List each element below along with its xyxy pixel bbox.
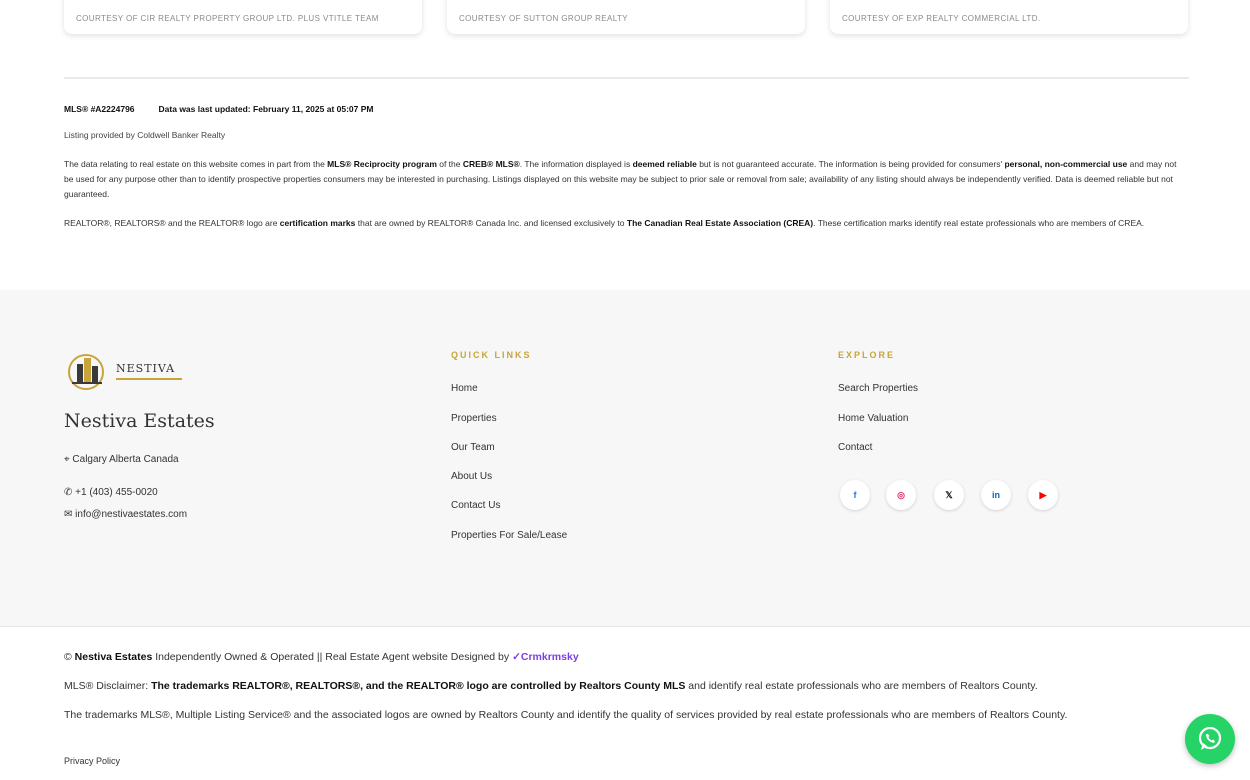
whatsapp-chat-button[interactable]: [1185, 714, 1235, 764]
privacy-policy-link[interactable]: Privacy Policy: [64, 753, 1194, 770]
property-card[interactable]: Courtesy of CIR Realty Property Group Lt…: [64, 0, 422, 34]
facebook-icon: f: [853, 490, 857, 500]
footer-link-explore-contact[interactable]: Contact: [838, 442, 872, 453]
explore-title: Explore: [838, 350, 896, 360]
brand-name: Nestiva Estates: [64, 410, 215, 432]
x-twitter-icon: 𝕏: [945, 489, 953, 500]
footer-link-about[interactable]: About Us: [451, 471, 492, 482]
whatsapp-icon: [1198, 726, 1222, 750]
listing-provider: Listing provided by Coldwell Banker Real…: [64, 130, 226, 140]
logo-underline: [116, 378, 182, 380]
quick-links-title: Quick Links: [451, 350, 532, 360]
phone[interactable]: ✆ +1 (403) 455-0020: [64, 487, 158, 498]
footer-link-valuation[interactable]: Home Valuation: [838, 413, 908, 424]
x-twitter-button[interactable]: 𝕏: [934, 480, 964, 510]
footer-link-sale-lease[interactable]: Properties For Sale/Lease: [451, 530, 567, 541]
phone-icon: ✆: [64, 487, 76, 498]
instagram-button[interactable]: ◎: [886, 480, 916, 510]
mls-meta: MLS® #A2224796 Data was last updated: Feb…: [64, 102, 1184, 117]
mls-trademark-line: The trademarks MLS®, Multiple Listing Se…: [64, 709, 1068, 721]
email[interactable]: ✉ info@nestivaestates.com: [64, 509, 187, 520]
youtube-button[interactable]: ▶: [1028, 480, 1058, 510]
building-logo-icon: [68, 354, 104, 390]
disclaimer-paragraph: The data relating to real estate on this…: [64, 159, 1177, 199]
brand-logo[interactable]: NESTIVA: [64, 350, 194, 392]
property-card[interactable]: Courtesy of Sutton Group Realty: [447, 0, 805, 34]
linkedin-button[interactable]: in: [981, 480, 1011, 510]
designer-link[interactable]: ✓Crmkrmsky: [512, 651, 579, 663]
footer-link-home[interactable]: Home: [451, 383, 478, 394]
listing-credit: Courtesy of CIR Realty Property Group Lt…: [76, 14, 379, 23]
linkedin-icon: in: [992, 490, 1000, 500]
footer-link-search[interactable]: Search Properties: [838, 383, 918, 394]
site-footer: NESTIVA Nestiva Estates ⌖ Calgary Albert…: [0, 290, 1250, 626]
footer-link-contact[interactable]: Contact Us: [451, 500, 500, 511]
listing-credit: Courtesy of Exp Realty Commercial Ltd.: [842, 14, 1041, 23]
listing-credit: Courtesy of Sutton Group Realty: [459, 14, 629, 23]
mls-disclaimer-line: MLS® Disclaimer: The trademarks REALTOR®…: [64, 680, 1038, 692]
trademark-paragraph: REALTOR®, REALTORS® and the REALTOR® log…: [64, 218, 1145, 228]
instagram-icon: ◎: [897, 489, 905, 500]
address: ⌖ Calgary Alberta Canada: [64, 454, 179, 465]
facebook-button[interactable]: f: [840, 480, 870, 510]
last-updated: Data was last updated: February 11, 2025…: [158, 104, 374, 114]
footer-link-properties[interactable]: Properties: [451, 413, 497, 424]
property-cards-row: Courtesy of CIR Realty Property Group Lt…: [64, 0, 1190, 34]
footer-link-team[interactable]: Our Team: [451, 442, 495, 453]
section-divider: [64, 77, 1189, 79]
property-card[interactable]: Courtesy of Exp Realty Commercial Ltd.: [830, 0, 1188, 34]
mls-number: MLS® #A2224796: [64, 104, 135, 114]
copyright: © Nestiva Estates Independently Owned & …: [64, 651, 579, 663]
email-icon: ✉: [64, 509, 76, 520]
youtube-icon: ▶: [1039, 489, 1047, 500]
footer-divider: [0, 626, 1250, 627]
logo-text: NESTIVA: [116, 362, 176, 375]
